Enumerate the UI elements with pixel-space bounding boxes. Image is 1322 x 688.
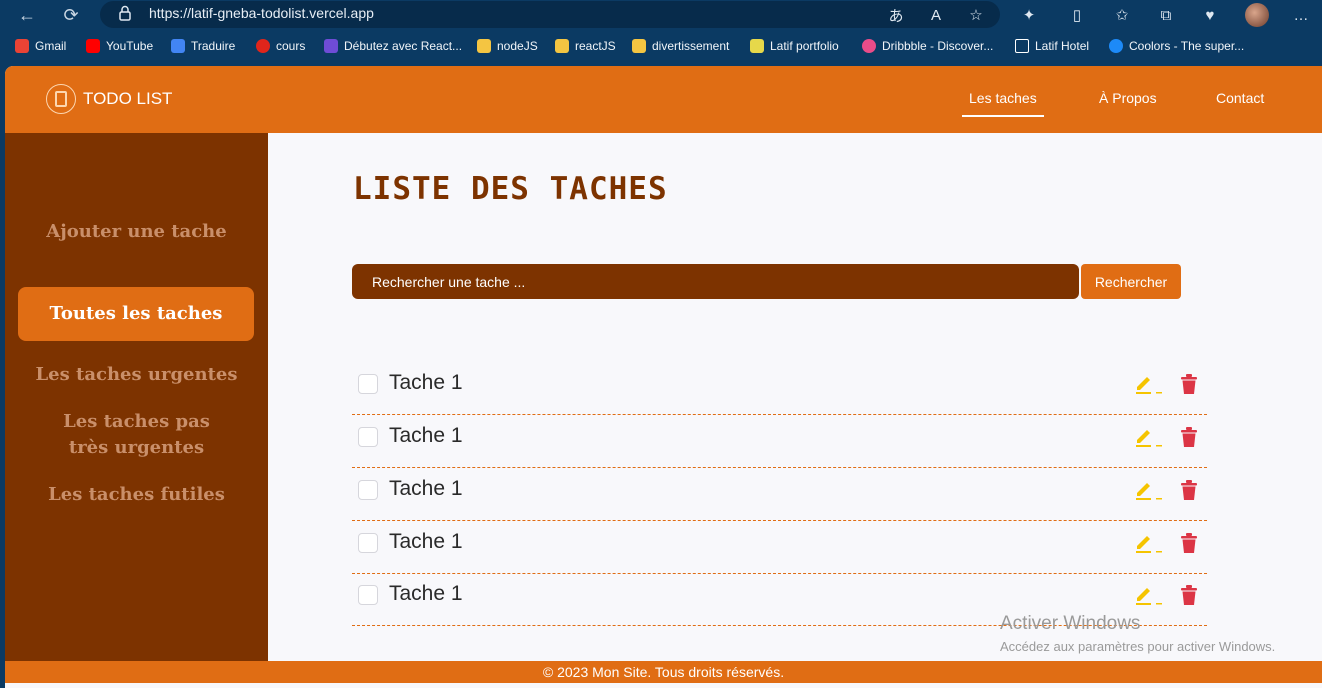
task-label: Tache 1 bbox=[389, 530, 463, 553]
nav-contact[interactable]: Contact bbox=[1216, 90, 1264, 106]
sidebar: Ajouter une tache Toutes les taches Les … bbox=[5, 133, 268, 661]
bookmark-dribbble[interactable]: Dribbble - Discover... bbox=[862, 39, 993, 53]
main-content: LISTE DES TACHES Rechercher Tache 1 Tach… bbox=[268, 133, 1322, 661]
logo-door-shape bbox=[55, 91, 67, 107]
bookmark-nodejs[interactable]: nodeJS bbox=[477, 39, 538, 53]
task-checkbox[interactable] bbox=[358, 533, 378, 553]
search-input[interactable] bbox=[352, 264, 1079, 299]
favorite-star-icon[interactable]: ☆ bbox=[965, 4, 987, 26]
profile-avatar[interactable] bbox=[1245, 3, 1269, 27]
folder-icon bbox=[477, 39, 491, 53]
folder-icon bbox=[555, 39, 569, 53]
trash-icon[interactable] bbox=[1179, 478, 1199, 502]
page-title: LISTE DES TACHES bbox=[353, 171, 668, 207]
task-label: Tache 1 bbox=[389, 582, 463, 605]
collections-icon[interactable]: ⧉ bbox=[1155, 4, 1177, 26]
extensions-icon[interactable]: ✦ bbox=[1018, 4, 1040, 26]
trash-icon[interactable] bbox=[1179, 425, 1199, 449]
bookmark-coolors[interactable]: Coolors - The super... bbox=[1109, 39, 1244, 53]
task-label: Tache 1 bbox=[389, 424, 463, 447]
translate-icon bbox=[171, 39, 185, 53]
sidebar-item-less-urgent[interactable]: Les taches pas très urgentes bbox=[5, 409, 268, 461]
split-screen-icon[interactable]: ▯ bbox=[1066, 4, 1088, 26]
performance-icon[interactable]: ♥ bbox=[1199, 4, 1221, 26]
app-viewport: TODO LIST Les taches À Propos Contact Aj… bbox=[5, 66, 1322, 688]
refresh-icon[interactable]: ⟳ bbox=[58, 3, 84, 27]
pencil-icon[interactable] bbox=[1134, 583, 1164, 607]
sidebar-item-add-task[interactable]: Ajouter une tache bbox=[5, 219, 268, 245]
favorites-icon[interactable]: ✩ bbox=[1111, 4, 1133, 26]
bookmark-gmail[interactable]: Gmail bbox=[15, 39, 66, 53]
gmail-icon bbox=[15, 39, 29, 53]
logo-icon[interactable] bbox=[46, 84, 76, 114]
footer: © 2023 Mon Site. Tous droits réservés. bbox=[5, 661, 1322, 683]
youtube-icon bbox=[86, 39, 100, 53]
folder-icon bbox=[632, 39, 646, 53]
pencil-icon[interactable] bbox=[1134, 478, 1164, 502]
opera-icon bbox=[256, 39, 270, 53]
pencil-icon[interactable] bbox=[1134, 425, 1164, 449]
windows-activation-title: Activer Windows bbox=[1000, 613, 1141, 634]
bookmarks-bar: Gmail YouTube Traduire cours Débutez ave… bbox=[0, 34, 1322, 60]
more-options-icon[interactable]: … bbox=[1290, 4, 1312, 26]
sidebar-item-all-tasks[interactable]: Toutes les taches bbox=[18, 287, 254, 341]
trash-icon[interactable] bbox=[1179, 372, 1199, 396]
task-item: Tache 1 bbox=[352, 468, 1207, 521]
read-aloud-icon[interactable]: A bbox=[925, 4, 947, 26]
windows-activation-subtitle: Accédez aux paramètres pour activer Wind… bbox=[1000, 639, 1276, 654]
sidebar-item-urgent[interactable]: Les taches urgentes bbox=[5, 362, 268, 388]
webflow-icon bbox=[750, 39, 764, 53]
task-label: Tache 1 bbox=[389, 371, 463, 394]
nav-a-propos[interactable]: À Propos bbox=[1099, 90, 1157, 106]
search-button[interactable]: Rechercher bbox=[1081, 264, 1181, 299]
bookmark-divertissement[interactable]: divertissement bbox=[632, 39, 729, 53]
bookmark-portfolio[interactable]: Latif portfolio bbox=[750, 39, 839, 53]
bookmark-reactjs[interactable]: reactJS bbox=[555, 39, 616, 53]
task-label: Tache 1 bbox=[389, 477, 463, 500]
nav-les-taches[interactable]: Les taches bbox=[962, 90, 1044, 117]
app-header: TODO LIST Les taches À Propos Contact bbox=[5, 66, 1322, 133]
url-text[interactable]: https://latif-gneba-todolist.vercel.app bbox=[149, 5, 374, 21]
trash-icon[interactable] bbox=[1179, 531, 1199, 555]
translate-icon[interactable]: あ bbox=[885, 4, 907, 26]
lock-icon bbox=[119, 5, 131, 21]
bookmark-traduire[interactable]: Traduire bbox=[171, 39, 235, 53]
bookmark-react-course[interactable]: Débutez avec React... bbox=[324, 39, 462, 53]
bookmark-youtube[interactable]: YouTube bbox=[86, 39, 153, 53]
dribbble-icon bbox=[862, 39, 876, 53]
pencil-icon[interactable] bbox=[1134, 531, 1164, 555]
task-checkbox[interactable] bbox=[358, 374, 378, 394]
task-checkbox[interactable] bbox=[358, 585, 378, 605]
trash-icon[interactable] bbox=[1179, 583, 1199, 607]
task-item: Tache 1 bbox=[352, 521, 1207, 574]
task-checkbox[interactable] bbox=[358, 480, 378, 500]
browser-toolbar: ← ⟳ https://latif-gneba-todolist.vercel.… bbox=[0, 0, 1322, 30]
sidebar-item-futile[interactable]: Les taches futiles bbox=[5, 482, 268, 508]
openclassrooms-icon bbox=[324, 39, 338, 53]
pencil-icon[interactable] bbox=[1134, 372, 1164, 396]
task-item: Tache 1 bbox=[352, 415, 1207, 468]
back-arrow-icon[interactable]: ← bbox=[14, 3, 40, 27]
bookmark-latif-hotel[interactable]: Latif Hotel bbox=[1015, 39, 1089, 53]
task-item: Tache 1 bbox=[352, 362, 1207, 415]
bookmark-cours[interactable]: cours bbox=[256, 39, 305, 53]
task-checkbox[interactable] bbox=[358, 427, 378, 447]
coolors-icon bbox=[1109, 39, 1123, 53]
logo-text[interactable]: TODO LIST bbox=[83, 89, 172, 109]
page-icon bbox=[1015, 39, 1029, 53]
